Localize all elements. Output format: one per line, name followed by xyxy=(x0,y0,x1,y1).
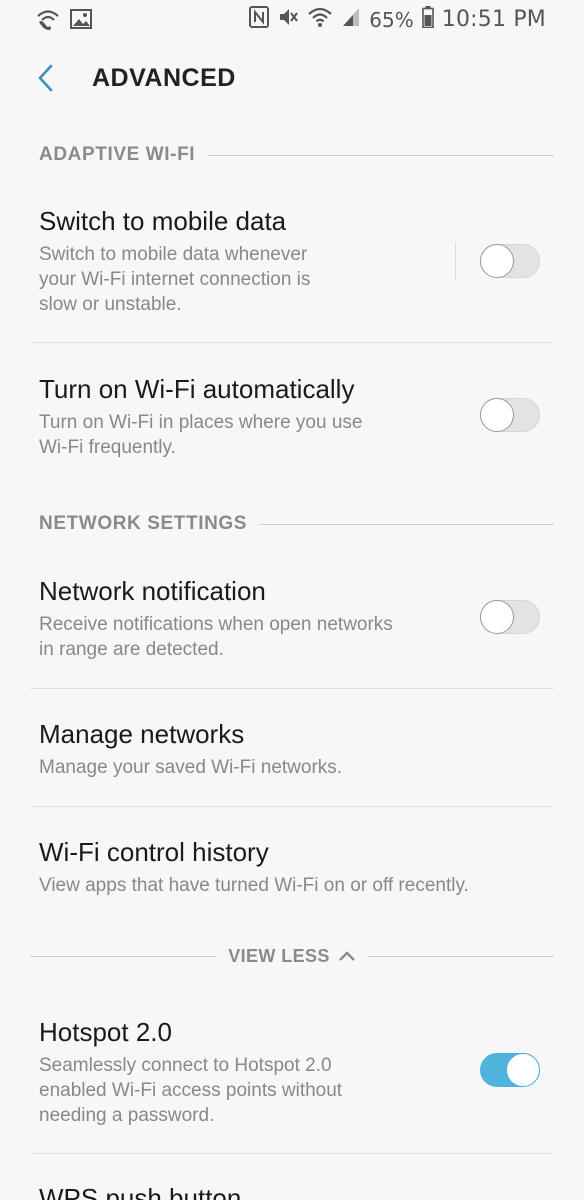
setting-title: Hotspot 2.0 xyxy=(39,1017,172,1047)
setting-subtitle: Switch to mobile data whenever your Wi-F… xyxy=(39,244,311,315)
section-network-settings: NETWORK SETTINGS xyxy=(39,513,554,535)
vertical-separator xyxy=(455,242,456,280)
setting-manage-networks[interactable]: Manage networks Manage your saved Wi-Fi … xyxy=(0,713,584,793)
toggle-knob xyxy=(480,600,514,634)
image-icon xyxy=(70,9,92,34)
section-title-adaptive-wifi: ADAPTIVE WI-FI xyxy=(39,144,196,165)
view-less-line-right xyxy=(367,955,554,957)
page-title: ADVANCED xyxy=(92,64,236,92)
clock: 10:51 PM xyxy=(441,7,546,32)
setting-subtitle: Manage your saved Wi-Fi networks. xyxy=(39,757,343,778)
divider xyxy=(30,342,554,343)
network-notification-toggle[interactable] xyxy=(480,600,540,634)
chevron-left-icon xyxy=(37,64,55,97)
view-less-label: VIEW LESS xyxy=(228,945,330,966)
mute-icon xyxy=(277,6,299,33)
status-left xyxy=(36,8,92,35)
setting-subtitle: View apps that have turned Wi-Fi on or o… xyxy=(39,875,469,896)
view-less-line-left xyxy=(30,955,217,957)
view-less-row: VIEW LESS xyxy=(30,944,554,968)
toggle-knob xyxy=(480,244,514,278)
toggle-knob xyxy=(506,1053,540,1087)
back-button[interactable] xyxy=(30,62,62,98)
setting-title: Turn on Wi-Fi automatically xyxy=(39,374,355,404)
status-bar: 65% 10:51 PM xyxy=(0,0,584,40)
setting-network-notification[interactable]: Network notification Receive notificatio… xyxy=(0,570,584,680)
toggle-knob xyxy=(480,398,514,432)
battery-percent: 65% xyxy=(369,7,414,32)
divider xyxy=(30,806,554,807)
setting-title: WPS push button xyxy=(39,1183,242,1200)
view-less-button[interactable]: VIEW LESS xyxy=(216,946,368,967)
divider xyxy=(30,1153,554,1154)
setting-turn-on-wifi-automatically[interactable]: Turn on Wi-Fi automatically Turn on Wi-F… xyxy=(0,368,584,478)
section-divider xyxy=(207,154,554,156)
setting-hotspot-2[interactable]: Hotspot 2.0 Seamlessly connect to Hotspo… xyxy=(0,1011,584,1141)
wifi-call-icon xyxy=(36,8,60,35)
setting-subtitle: Receive notifications when open networks… xyxy=(39,614,393,660)
setting-title: Wi-Fi control history xyxy=(39,837,269,867)
battery-icon xyxy=(421,6,434,33)
setting-title: Switch to mobile data xyxy=(39,206,287,236)
setting-wifi-control-history[interactable]: Wi-Fi control history View apps that hav… xyxy=(0,831,584,911)
hotspot-toggle[interactable] xyxy=(480,1053,540,1087)
setting-title: Network notification xyxy=(39,576,266,606)
setting-title: Manage networks xyxy=(39,719,245,749)
setting-wps-push-button[interactable]: WPS push button xyxy=(0,1177,584,1200)
signal-icon xyxy=(341,6,361,33)
setting-subtitle: Seamlessly connect to Hotspot 2.0 enable… xyxy=(39,1055,343,1126)
section-divider xyxy=(259,523,554,525)
wifi-icon xyxy=(307,6,333,33)
divider xyxy=(30,688,554,689)
switch-mobile-data-toggle[interactable] xyxy=(480,244,540,278)
section-adaptive-wifi: ADAPTIVE WI-FI xyxy=(39,144,554,166)
chevron-up-icon xyxy=(338,946,356,967)
status-right: 65% 10:51 PM xyxy=(249,6,546,33)
wifi-auto-toggle[interactable] xyxy=(480,398,540,432)
section-title-network-settings: NETWORK SETTINGS xyxy=(39,513,248,534)
setting-switch-to-mobile-data[interactable]: Switch to mobile data Switch to mobile d… xyxy=(0,200,584,340)
nfc-icon xyxy=(249,6,270,33)
app-bar: ADVANCED xyxy=(0,52,584,108)
setting-subtitle: Turn on Wi-Fi in places where you use Wi… xyxy=(39,412,363,458)
